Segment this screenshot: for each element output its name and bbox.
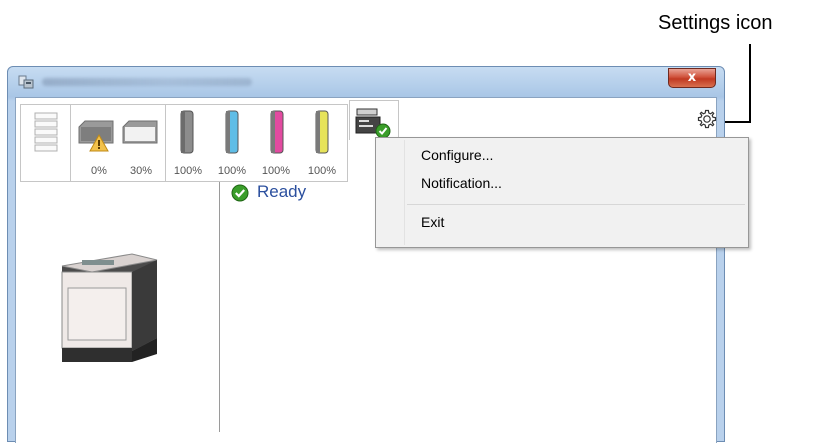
window-title-redacted [42, 78, 252, 86]
yellow-toner-percent: 100% [307, 165, 337, 177]
settings-context-menu: Configure... Notification... Exit [375, 137, 749, 248]
yellow-toner-icon [315, 110, 329, 154]
menu-item-configure[interactable]: Configure... [421, 147, 493, 163]
waste-box-icon [122, 120, 158, 144]
waste-box-1-percent: 0% [91, 165, 107, 177]
menu-item-exit[interactable]: Exit [421, 214, 444, 230]
printer-status-icon [355, 108, 391, 139]
status-text: Ready [257, 182, 307, 201]
magenta-toner-percent: 100% [261, 165, 291, 177]
cyan-toner-icon [225, 110, 239, 154]
paper-tab[interactable] [20, 104, 71, 182]
printer-image [61, 253, 158, 362]
menu-separator [407, 204, 745, 205]
settings-icon-callout: Settings icon [658, 12, 773, 34]
gear-icon[interactable] [696, 108, 718, 130]
status-monitor-window: x 0% 30% 100% 100% 100% 100% Ready [7, 66, 725, 443]
app-icon [18, 75, 34, 89]
waste-box-2-percent: 30% [129, 165, 153, 177]
black-toner-percent: 100% [173, 165, 203, 177]
waste-toner-tab[interactable]: 0% 30% [70, 104, 166, 182]
waste-box-icon [78, 120, 114, 152]
close-button[interactable]: x [668, 68, 716, 88]
green-check-icon [231, 184, 249, 202]
menu-item-notification[interactable]: Notification... [421, 175, 502, 191]
menu-gutter [404, 140, 405, 245]
paper-stack-icon [34, 112, 58, 152]
magenta-toner-icon [270, 110, 284, 154]
pane-divider [219, 182, 220, 432]
printer-status-tab[interactable] [349, 100, 399, 140]
toner-tab[interactable]: 100% 100% 100% 100% [165, 104, 348, 182]
callout-leader-vertical [749, 44, 751, 123]
title-bar[interactable]: x [8, 67, 724, 97]
black-toner-icon [180, 110, 194, 154]
cyan-toner-percent: 100% [217, 165, 247, 177]
